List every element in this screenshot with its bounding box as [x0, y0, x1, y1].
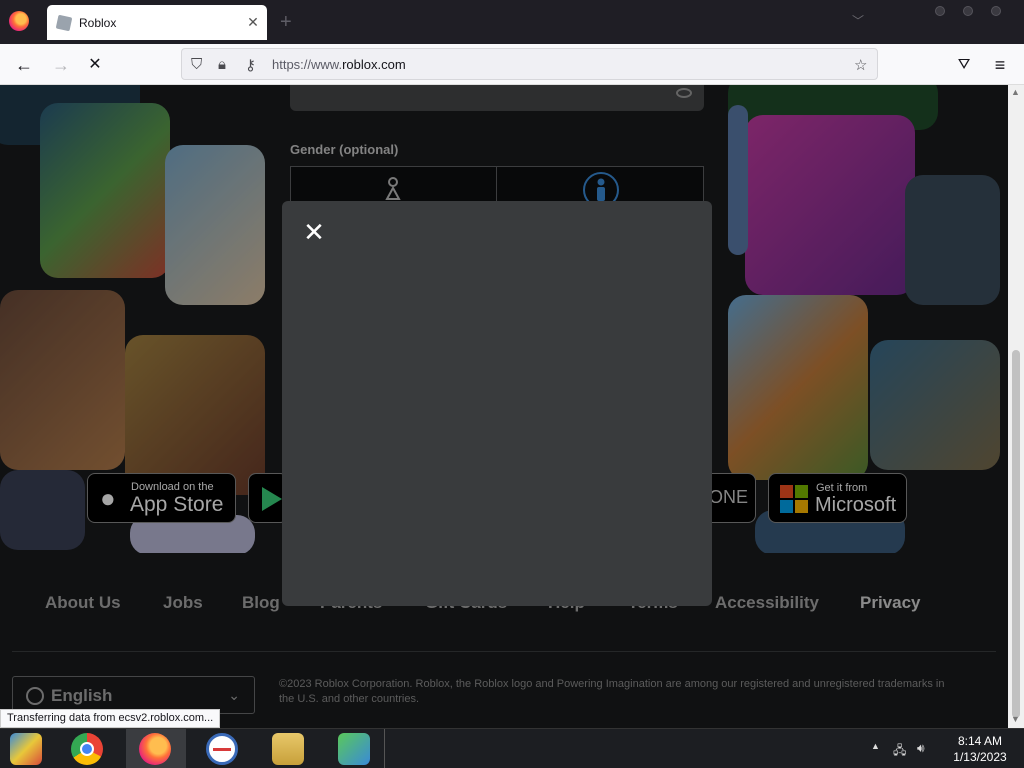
shield-icon[interactable]: ⛉ [191, 56, 202, 73]
forward-button[interactable]: → [49, 53, 73, 77]
pocket-icon[interactable]: ⛛ [952, 53, 976, 77]
roblox-page: Gender (optional) ● Download on the App … [0, 85, 1008, 728]
new-tab-button[interactable]: + [280, 11, 292, 34]
modal-dialog: ✕ [282, 201, 712, 606]
maximize-button[interactable] [963, 6, 973, 16]
list-tabs-chevron-icon[interactable]: ﹀ [852, 12, 864, 29]
scroll-up-arrow-icon[interactable]: ▲ [1011, 87, 1020, 97]
modal-close-icon[interactable]: ✕ [302, 219, 326, 245]
window-close-button[interactable] [991, 6, 1001, 16]
url-text[interactable]: https://www.roblox.com [272, 57, 406, 72]
tab-close-icon[interactable]: ✕ [239, 14, 267, 31]
tab-bar: Roblox ✕ + ﹀ [0, 0, 1024, 44]
lock-icon[interactable]: 🔒︎ [218, 56, 226, 73]
roblox-favicon-icon [55, 14, 73, 31]
url-bar[interactable]: ⛉ 🔒︎ ⚷ https://www.roblox.com ☆ [181, 48, 878, 80]
page-scrollbar[interactable]: ▲ ▼ [1008, 85, 1024, 728]
file-explorer-icon[interactable] [272, 733, 304, 765]
menu-icon[interactable]: ≡ [988, 53, 1012, 77]
firefox-icon[interactable] [9, 11, 29, 31]
volume-icon[interactable]: 🔊︎ [917, 741, 925, 756]
key-icon[interactable]: ⚷ [245, 56, 256, 74]
minimize-button[interactable] [935, 6, 945, 16]
tab-roblox[interactable]: Roblox ✕ [47, 5, 267, 40]
clock-time: 8:14 AM [957, 734, 1003, 748]
browser-status-bar: Transferring data from ecsv2.roblox.com.… [0, 709, 221, 728]
bookmark-star-icon[interactable]: ☆ [854, 56, 867, 74]
scroll-down-arrow-icon[interactable]: ▼ [1011, 714, 1020, 724]
tray-expand-icon[interactable]: ▲ [871, 741, 880, 751]
taskbar: ▲ 🖧︎ 🔊︎ 8:14 AM 1/13/2023 [0, 728, 1024, 768]
clock-date: 1/13/2023 [953, 750, 1007, 764]
nav-bar: ← → ✕ ⛉ 🔒︎ ⚷ https://www.roblox.com ☆ ⛛ … [0, 44, 1024, 85]
scrollbar-thumb[interactable] [1012, 350, 1020, 718]
start-menu-icon[interactable] [10, 733, 42, 765]
app-circle-icon[interactable] [206, 733, 238, 765]
network-app-icon[interactable] [338, 733, 370, 765]
tab-title: Roblox [79, 15, 117, 30]
taskbar-separator [384, 729, 385, 768]
firefox-taskbar-icon[interactable] [139, 733, 171, 765]
back-button[interactable]: ← [12, 53, 36, 77]
taskbar-clock[interactable]: 8:14 AM 1/13/2023 [944, 733, 1016, 765]
chrome-icon[interactable] [71, 733, 103, 765]
stop-button[interactable]: ✕ [83, 53, 107, 77]
network-icon[interactable]: 🖧︎ [893, 741, 906, 762]
